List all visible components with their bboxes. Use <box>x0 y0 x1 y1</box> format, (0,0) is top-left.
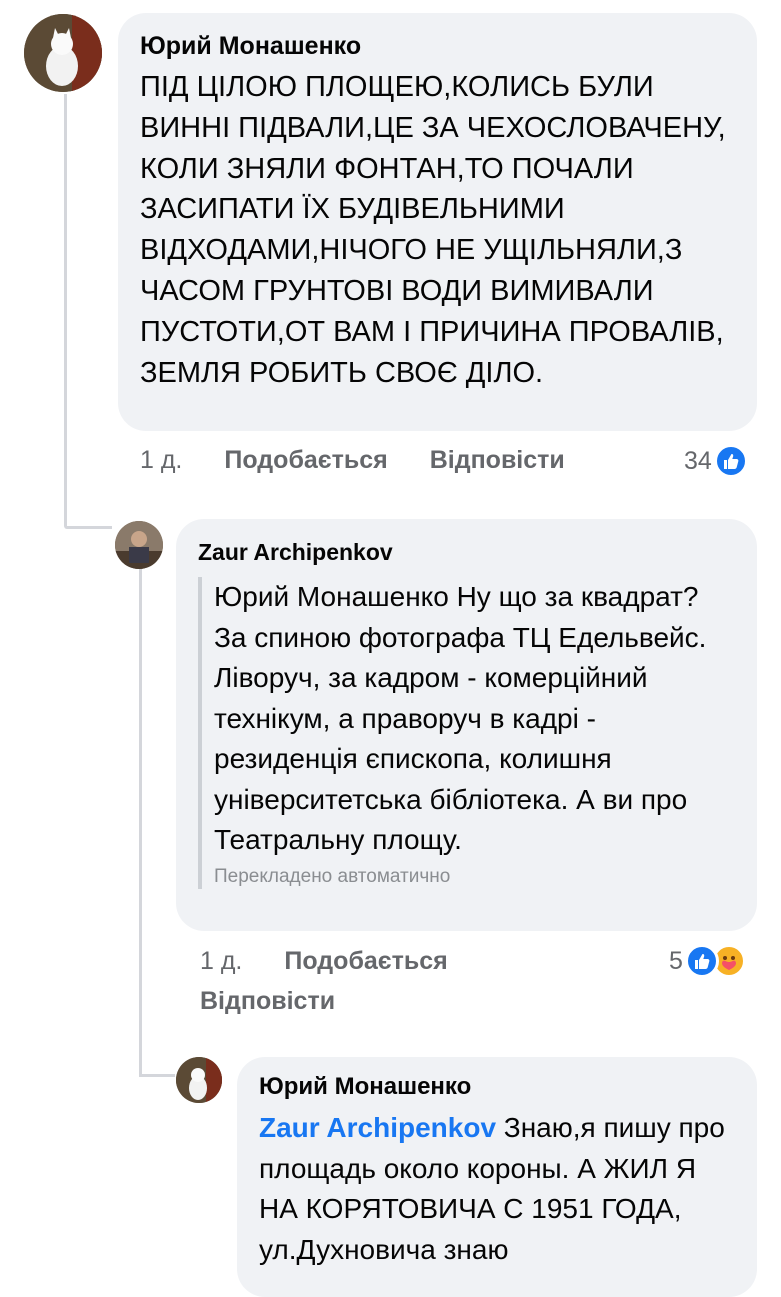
comment-actions: 1 д. Подобається <box>200 947 448 976</box>
comment-time[interactable]: 1 д. <box>200 947 242 976</box>
comment-text-block: Zaur Archipenkov Знаю,я пишу про площадь… <box>259 1108 735 1270</box>
person-photo-icon <box>115 521 163 569</box>
comment-actions-2: Відповісти <box>200 987 335 1016</box>
reaction-summary[interactable]: 34 <box>684 444 748 478</box>
comment-author[interactable]: Zaur Archipenkov <box>198 539 735 565</box>
reaction-summary[interactable]: 5 <box>669 944 746 978</box>
thread-line-main <box>64 94 67 526</box>
like-button[interactable]: Подобається <box>224 446 387 475</box>
reaction-count: 5 <box>669 946 683 975</box>
cat-photo-icon <box>24 14 102 92</box>
thread-line-sub <box>139 568 142 1074</box>
reply-button[interactable]: Відповісти <box>200 987 335 1016</box>
comment-text: ПІД ЦІЛОЮ ПЛОЩЕЮ,КОЛИСЬ БУЛИ ВИННІ ПІДВА… <box>140 71 726 389</box>
reaction-count: 34 <box>684 446 712 475</box>
avatar[interactable] <box>24 14 102 92</box>
comment-text: Юрий Монашенко Ну що за квадрат? За спин… <box>214 581 707 855</box>
thread-line-branch <box>64 526 112 529</box>
cat-photo-icon <box>176 1057 222 1103</box>
comment-actions: 1 д. Подобається Відповісти <box>140 446 565 475</box>
avatar[interactable] <box>115 521 163 569</box>
comment-bubble: Zaur Archipenkov Юрий Монашенко Ну що за… <box>176 519 757 931</box>
comment-time[interactable]: 1 д. <box>140 446 182 475</box>
mention-link[interactable]: Zaur Archipenkov <box>259 1112 496 1143</box>
comment-bubble: Юрий Монашенко Zaur Archipenkov Знаю,я п… <box>237 1057 757 1297</box>
reply-button[interactable]: Відповісти <box>430 446 565 475</box>
translated-quote: Юрий Монашенко Ну що за квадрат? За спин… <box>198 577 735 889</box>
avatar[interactable] <box>176 1057 222 1103</box>
comment-author[interactable]: Юрий Монашенко <box>140 31 733 61</box>
auto-translated-label[interactable]: Перекладено автоматично <box>214 865 723 889</box>
like-reaction-icon <box>713 444 748 478</box>
thread-line-sub-branch <box>139 1074 175 1077</box>
comment-author[interactable]: Юрий Монашенко <box>259 1073 735 1101</box>
like-button[interactable]: Подобається <box>284 947 447 976</box>
like-reaction-icon <box>684 944 719 978</box>
comment-bubble: Юрий Монашенко ПІД ЦІЛОЮ ПЛОЩЕЮ,КОЛИСЬ Б… <box>118 13 757 431</box>
